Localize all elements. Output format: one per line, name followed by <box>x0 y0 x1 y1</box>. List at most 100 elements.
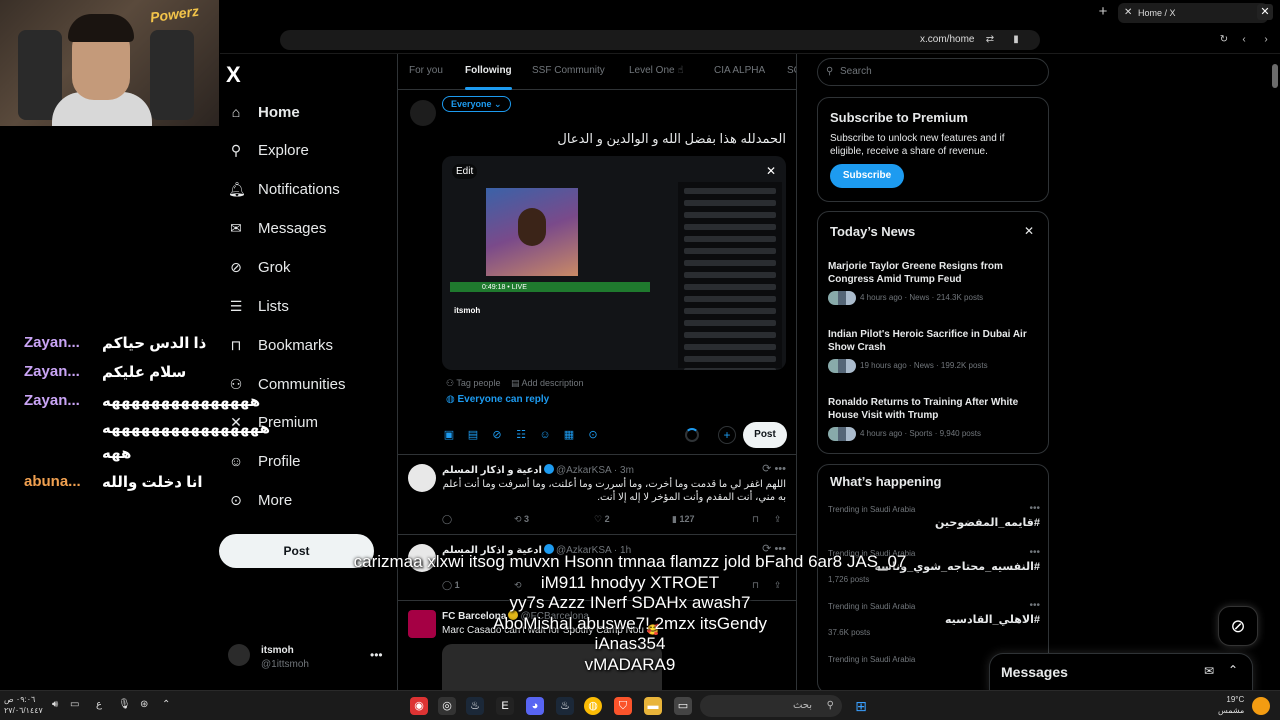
forward-icon[interactable]: › <box>1260 34 1272 46</box>
media-remove-button[interactable]: ✕ <box>766 164 776 178</box>
more-dots-icon[interactable]: ••• <box>1029 600 1040 611</box>
media-edit-button[interactable]: Edit <box>452 164 478 179</box>
close-icon[interactable]: ✕ <box>1024 224 1034 238</box>
tweet-more-icon[interactable]: ⟳ ••• <box>762 462 786 475</box>
share-icon[interactable]: ⇪ <box>774 514 782 525</box>
tab-for-you[interactable]: For you <box>409 65 443 76</box>
subscribe-button[interactable]: Subscribe <box>830 164 904 188</box>
nav-explore[interactable]: ⚲ Explore <box>228 137 309 163</box>
chat-username: Zayan... <box>24 392 80 409</box>
tray-chevron-icon[interactable]: ⌃ <box>162 699 170 710</box>
more-dots-icon[interactable]: ••• <box>1029 547 1040 558</box>
media-stream-bar <box>450 282 650 292</box>
expand-icon[interactable]: ⌃ <box>1228 663 1238 677</box>
retweet-icon[interactable]: ⟲ 3 <box>514 514 529 525</box>
nav-more[interactable]: ⊙ More <box>228 487 292 513</box>
url-text[interactable]: x.com/home <box>920 30 974 50</box>
audience-selector[interactable]: Everyone ⌄ <box>442 96 511 112</box>
back-icon[interactable]: ‹ <box>1238 34 1250 46</box>
avatar <box>408 464 436 492</box>
compose-post-button[interactable]: Post <box>743 422 787 448</box>
tweet[interactable]: ادعية و اذكار المسلم @AzkarKSA · 3m ⟳ •••… <box>398 456 796 534</box>
bookmark-page-icon[interactable]: ▮ <box>1010 34 1022 46</box>
app-steam2-icon[interactable]: ♨ <box>556 697 574 715</box>
poll-icon[interactable]: ☷ <box>514 428 528 442</box>
network-icon[interactable]: ▭ <box>70 699 79 710</box>
app-explorer-icon[interactable]: ▬ <box>644 697 662 715</box>
nav-messages[interactable]: ✉ Messages <box>228 215 326 241</box>
app-discord-icon[interactable]: ◕ <box>526 697 544 715</box>
volume-icon[interactable]: 🔊︎ <box>52 699 58 710</box>
taskbar-search[interactable]: بحث ⚲ <box>700 695 842 717</box>
app-brave-icon[interactable]: ⛉ <box>614 697 632 715</box>
nav-premium[interactable]: ✕ Premium <box>228 409 318 435</box>
tag-people-link[interactable]: Tag people <box>456 378 500 388</box>
reload-icon[interactable]: ↻ <box>1218 34 1230 46</box>
weather-widget[interactable]: 19°C مشمس <box>1218 694 1244 716</box>
browser-tab[interactable]: ✕ Home / X <box>1118 3 1268 23</box>
nav-label: Premium <box>258 413 319 431</box>
reply-icon[interactable]: ◯ <box>442 514 452 525</box>
news-item[interactable]: Marjorie Taylor Greene Resigns from Cong… <box>828 260 1038 305</box>
app-epic-icon[interactable]: E <box>496 697 514 715</box>
news-meta: 4 hours ago · Sports · 9,940 posts <box>860 429 981 439</box>
window-close-button[interactable]: ✕ <box>1257 4 1273 20</box>
chat-message: سلام عليكم <box>102 364 187 381</box>
reply-setting[interactable]: ◍ Everyone can reply <box>446 394 549 405</box>
tab-level-one[interactable]: Level One ☝ <box>629 65 683 76</box>
grok-icon[interactable]: ⊘ <box>490 428 504 442</box>
add-description-link[interactable]: Add description <box>521 378 583 388</box>
app-steam-icon[interactable]: ♨ <box>466 697 484 715</box>
messages-drawer[interactable]: Messages ✉ ⌃ <box>989 653 1253 693</box>
divider <box>398 454 796 455</box>
tab-ssf-community[interactable]: SSF Community <box>532 65 605 76</box>
schedule-icon[interactable]: ▦ <box>562 428 576 442</box>
add-thread-button[interactable]: + <box>718 426 736 444</box>
nav-grok[interactable]: ⊘ Grok <box>228 254 290 280</box>
nav-bookmarks[interactable]: ⊓ Bookmarks <box>228 332 334 358</box>
avatars-icon <box>828 427 856 441</box>
location-icon[interactable]: ⊙ <box>586 428 600 442</box>
site-settings-icon[interactable]: ⇄ <box>984 34 996 46</box>
news-item[interactable]: Indian Pilot's Heroic Sacrifice in Dubai… <box>828 328 1038 373</box>
nav-communities[interactable]: ⚇ Communities <box>228 371 346 397</box>
search-input[interactable]: ⚲ Search <box>817 58 1049 86</box>
compose-textarea[interactable]: الحمدلله هذا بفضل الله و الوالدين و الدع… <box>442 131 786 147</box>
image-icon[interactable]: ▣ <box>442 428 456 442</box>
trend-item[interactable]: Trending in Saudi Arabia #قايمه_المفضوحي… <box>828 503 1040 529</box>
media-chat-panel <box>678 182 782 370</box>
like-icon[interactable]: ♡ 2 <box>594 514 610 525</box>
retweet-count: 3 <box>524 514 530 524</box>
taskbar-clock[interactable]: ٠٩:٠٦ ص ٢٧/٠٦/١٤٤٧ <box>4 694 43 716</box>
nav-label: Lists <box>258 297 289 315</box>
x-logo[interactable]: X <box>226 62 241 88</box>
nav-notifications[interactable]: 🔔︎ Notifications <box>228 176 340 202</box>
emoji-icon[interactable]: ☺ <box>538 428 552 442</box>
new-message-icon[interactable]: ✉ <box>1204 664 1214 678</box>
scrollbar-thumb[interactable] <box>1272 64 1278 88</box>
app-obs-icon[interactable]: ◎ <box>438 697 456 715</box>
more-dots-icon[interactable]: ••• <box>1029 503 1040 514</box>
vpn-icon[interactable]: ⊛ <box>140 699 148 710</box>
search-icon: ⚲ <box>230 142 242 158</box>
new-tab-button[interactable]: + <box>1095 4 1111 20</box>
language-indicator[interactable]: ع <box>96 699 102 710</box>
tab-following[interactable]: Following <box>465 65 512 90</box>
nav-lists[interactable]: ☰ Lists <box>228 293 289 319</box>
nav-profile[interactable]: ☺ Profile <box>228 448 301 474</box>
grok-float-button[interactable]: ⊘ <box>1218 606 1258 646</box>
nav-home[interactable]: ⌂ Home <box>228 99 300 125</box>
app-chrome-icon[interactable]: ◍ <box>584 697 602 715</box>
overlay-line: carizmaa xlxwi itsog muvxn Hsonn tmnaa f… <box>353 552 907 571</box>
app-recorder-icon[interactable]: ◉ <box>410 697 428 715</box>
tab-cia-alpha[interactable]: CIA ALPHA <box>714 65 765 76</box>
avatar <box>410 100 436 126</box>
windows-start-icon[interactable]: ⊞ <box>852 697 870 715</box>
mic-icon[interactable]: 🎙︎ <box>118 699 131 710</box>
app-taskview-icon[interactable]: ▭ <box>674 697 692 715</box>
tab-sc[interactable]: SC <box>787 65 796 76</box>
views-icon[interactable]: ▮ 127 <box>672 514 694 525</box>
news-item[interactable]: Ronaldo Returns to Training After White … <box>828 396 1038 441</box>
gif-icon[interactable]: ▤ <box>466 428 480 442</box>
bookmark-icon[interactable]: ⊓ <box>752 514 759 525</box>
